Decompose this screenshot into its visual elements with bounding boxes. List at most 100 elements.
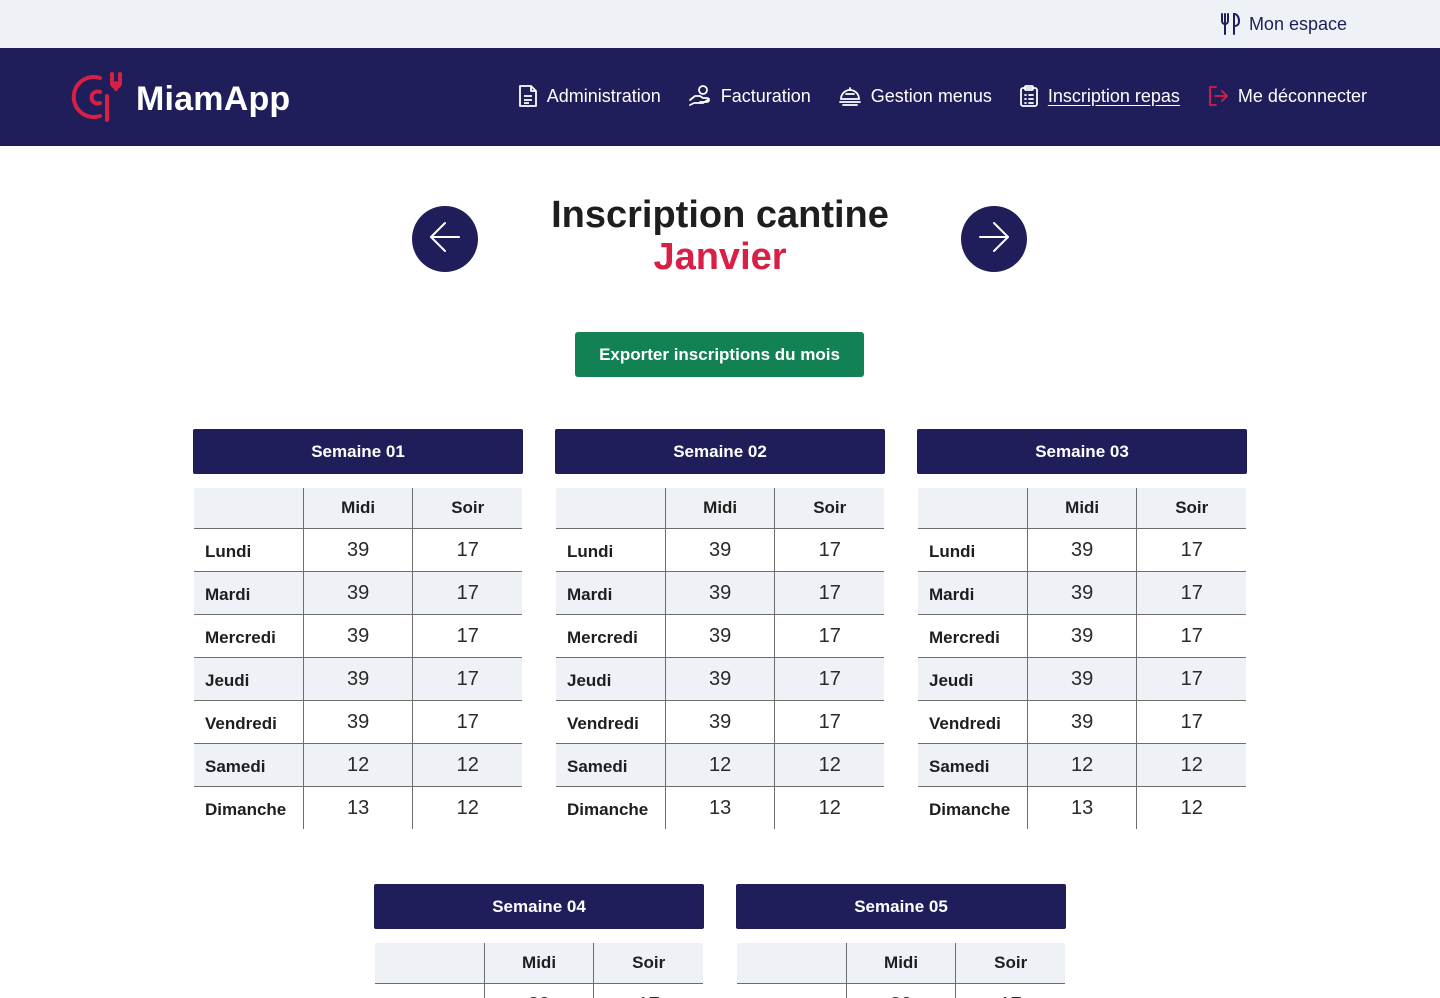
table-row: Mardi 39 17 xyxy=(918,571,1246,615)
table-row: Jeudi 39 17 xyxy=(194,657,522,701)
midi-count-cell: 39 xyxy=(664,528,776,572)
soir-count-cell: 17 xyxy=(774,657,884,701)
midi-count-cell: 13 xyxy=(302,786,414,829)
soir-count-cell: 12 xyxy=(774,743,884,787)
table-row: Mardi 39 17 xyxy=(194,571,522,615)
export-month-button[interactable]: Exporter inscriptions du mois xyxy=(575,332,864,377)
midi-count-cell: 12 xyxy=(302,743,414,787)
day-cell: Mardi xyxy=(918,571,1028,615)
table-header-row: Midi Soir xyxy=(375,943,703,984)
table-row: Dimanche 13 12 xyxy=(918,786,1246,829)
table-row: Samedi 12 12 xyxy=(194,743,522,787)
day-cell: Dimanche xyxy=(918,786,1028,829)
table-header-row: Midi Soir xyxy=(194,488,522,529)
week-card: Semaine 04MidiSoirLundi3917 xyxy=(374,884,704,998)
column-header-soir: Soir xyxy=(593,943,703,984)
table-row: Samedi 12 12 xyxy=(918,743,1246,787)
day-cell: Mardi xyxy=(194,571,304,615)
column-header-midi: Midi xyxy=(845,943,957,984)
my-space-label: Mon espace xyxy=(1248,13,1347,34)
nav-label-gestion-menus: Gestion menus xyxy=(870,85,992,106)
day-cell: Mercredi xyxy=(556,614,666,658)
brand-logo[interactable]: MiamApp xyxy=(70,70,290,129)
midi-count-cell: 39 xyxy=(664,700,776,744)
soir-count-cell: 12 xyxy=(1136,743,1246,787)
fork-knife-icon xyxy=(1219,12,1241,36)
soir-count-cell: 12 xyxy=(1136,786,1246,829)
table-row: Jeudi 39 17 xyxy=(918,657,1246,701)
midi-count-cell: 39 xyxy=(302,657,414,701)
day-cell: Samedi xyxy=(556,743,666,787)
soir-count-cell: 17 xyxy=(774,614,884,658)
table-row: Lundi3917 xyxy=(375,983,703,998)
day-cell: Lundi xyxy=(556,528,666,572)
midi-count-cell: 39 xyxy=(302,614,414,658)
arrow-right-icon xyxy=(977,220,1011,259)
nav-item-facturation[interactable]: Facturation xyxy=(688,84,811,108)
day-cell: Vendredi xyxy=(194,700,304,744)
midi-count-cell: 39 xyxy=(1026,614,1138,658)
midi-count-cell: 39 xyxy=(302,571,414,615)
brand-name: MiamApp xyxy=(136,80,291,118)
day-cell: Lundi xyxy=(918,528,1028,572)
midi-count-cell: 39 xyxy=(664,657,776,701)
midi-count-cell: 39 xyxy=(302,700,414,744)
clipboard-icon xyxy=(1019,84,1039,108)
midi-count-cell: 13 xyxy=(1026,786,1138,829)
nav-item-logout[interactable]: Me déconnecter xyxy=(1207,85,1367,107)
column-header-soir: Soir xyxy=(1136,488,1246,529)
table-row: Vendredi 39 17 xyxy=(918,700,1246,744)
day-cell: Vendredi xyxy=(556,700,666,744)
nav-item-inscription-repas[interactable]: Inscription repas xyxy=(1019,84,1180,108)
nav-item-gestion-menus[interactable]: Gestion menus xyxy=(838,84,992,108)
soir-count-cell: 17 xyxy=(593,983,703,998)
table-row: Dimanche 13 12 xyxy=(556,786,884,829)
column-header-midi: Midi xyxy=(1026,488,1138,529)
table-row: Samedi 12 12 xyxy=(556,743,884,787)
day-cell: Jeudi xyxy=(556,657,666,701)
column-header-soir: Soir xyxy=(774,488,884,529)
midi-count-cell: 12 xyxy=(664,743,776,787)
week-header: Semaine 02 xyxy=(555,429,885,474)
soir-count-cell: 12 xyxy=(412,743,522,787)
soir-count-cell: 17 xyxy=(412,657,522,701)
page-heading: Inscription cantine Janvier xyxy=(0,193,1440,277)
midi-count-cell: 39 xyxy=(1026,700,1138,744)
column-header-day xyxy=(918,488,1028,529)
soir-count-cell: 17 xyxy=(774,700,884,744)
midi-count-cell: 39 xyxy=(664,614,776,658)
table-row: Lundi3917 xyxy=(737,983,1065,998)
table-row: Mercredi 39 17 xyxy=(194,614,522,658)
nav-item-administration[interactable]: Administration xyxy=(518,84,661,108)
table-row: Vendredi 39 17 xyxy=(194,700,522,744)
day-cell: Mercredi xyxy=(918,614,1028,658)
midi-count-cell: 39 xyxy=(1026,571,1138,615)
week-table: Midi Soir Lundi 39 17 Mardi 39 17 Mercredi 39 17 Je… xyxy=(555,487,885,830)
soir-count-cell: 17 xyxy=(1136,657,1246,701)
column-header-day xyxy=(194,488,304,529)
day-cell: Lundi xyxy=(194,528,304,572)
day-cell: Vendredi xyxy=(918,700,1028,744)
top-utility-bar: Mon espace xyxy=(0,0,1440,48)
next-month-button[interactable] xyxy=(961,206,1027,272)
day-cell: Samedi xyxy=(918,743,1028,787)
soir-count-cell: 17 xyxy=(1136,571,1246,615)
soir-count-cell: 12 xyxy=(412,786,522,829)
week-table: Midi Soir Lundi 39 17 Mardi 39 17 Mercredi 39 17 Je… xyxy=(193,487,523,830)
table-row: Mercredi 39 17 xyxy=(918,614,1246,658)
column-header-midi: Midi xyxy=(664,488,776,529)
table-row: Mercredi 39 17 xyxy=(556,614,884,658)
day-cell: Lundi xyxy=(737,983,847,998)
table-row: Lundi3917 xyxy=(918,528,1246,572)
page-title: Inscription cantine xyxy=(551,194,889,236)
table-row: Vendredi 39 17 xyxy=(556,700,884,744)
my-space-link[interactable]: Mon espace xyxy=(1219,12,1347,36)
column-header-day xyxy=(737,943,847,984)
column-header-midi: Midi xyxy=(483,943,595,984)
table-row: Mardi 39 17 xyxy=(556,571,884,615)
week-table: MidiSoirLundi3917 xyxy=(374,942,704,998)
week-table: Midi Soir Lundi 39 17 Mardi 39 17 Mercredi 39 17 Je… xyxy=(917,487,1247,830)
week-header: Semaine 03 xyxy=(917,429,1247,474)
soir-count-cell: 17 xyxy=(1136,528,1246,572)
midi-count-cell: 39 xyxy=(302,528,414,572)
